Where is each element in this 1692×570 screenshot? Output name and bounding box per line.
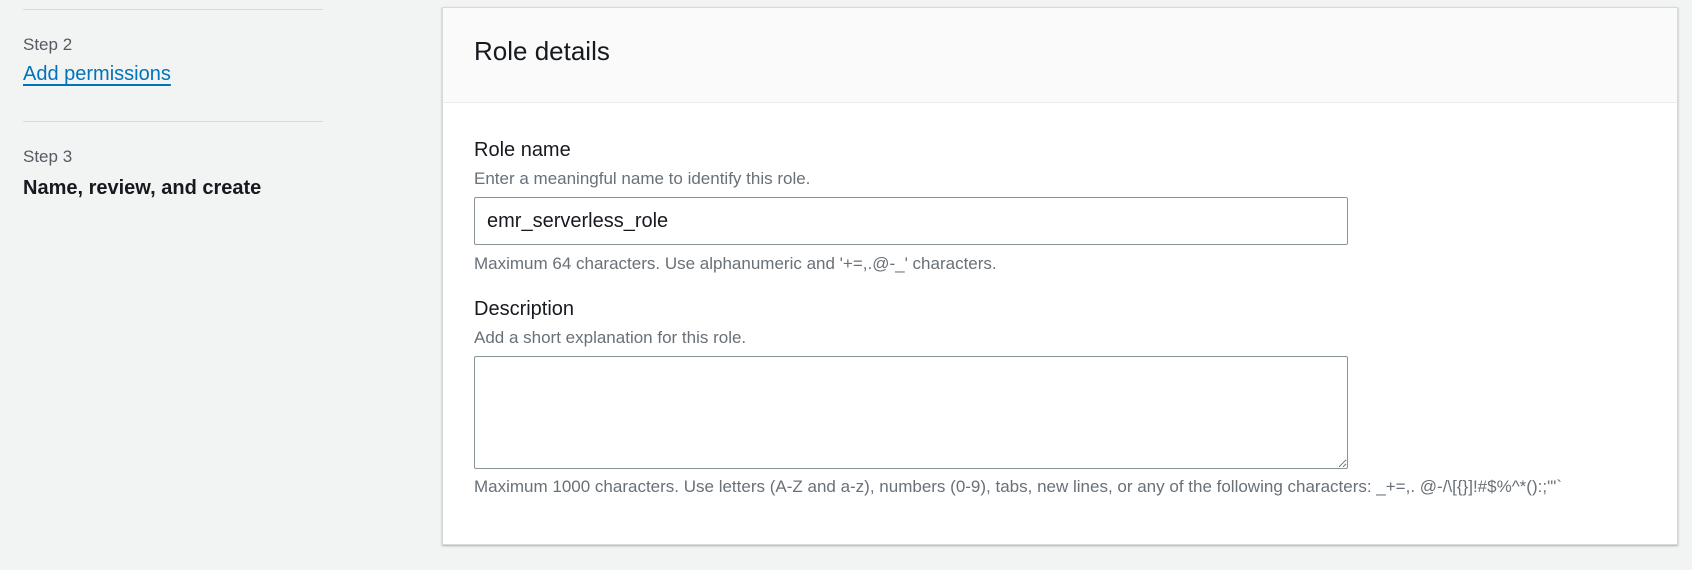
panel-title: Role details bbox=[474, 36, 610, 66]
role-name-constraint: Maximum 64 characters. Use alphanumeric … bbox=[474, 254, 997, 273]
step-divider bbox=[23, 121, 323, 122]
step-3-current-title: Name, review, and create bbox=[23, 177, 262, 199]
step-2: Step 2 Add permissions bbox=[23, 35, 171, 86]
step-divider bbox=[23, 9, 323, 10]
role-name-label: Role name bbox=[474, 139, 571, 161]
step-2-label: Step 2 bbox=[23, 35, 73, 54]
description-hint: Add a short explanation for this role. bbox=[474, 328, 747, 347]
step-3: Step 3 Name, review, and create bbox=[23, 147, 261, 200]
step-2-link-add-permissions[interactable]: Add permissions bbox=[23, 63, 171, 86]
role-name-input[interactable] bbox=[474, 197, 1348, 245]
description-label: Description bbox=[474, 298, 575, 320]
role-details-panel: Role details Role name Enter a meaningfu… bbox=[442, 7, 1678, 545]
step-3-label: Step 3 bbox=[23, 147, 73, 166]
description-textarea[interactable] bbox=[474, 356, 1348, 469]
role-name-field: Role name Enter a meaningful name to ide… bbox=[474, 139, 1348, 275]
role-name-description: Enter a meaningful name to identify this… bbox=[474, 169, 811, 188]
description-field: Description Add a short explanation for … bbox=[474, 298, 1624, 498]
description-constraint: Maximum 1000 characters. Use letters (A-… bbox=[474, 477, 1562, 496]
panel-header: Role details bbox=[443, 8, 1677, 103]
